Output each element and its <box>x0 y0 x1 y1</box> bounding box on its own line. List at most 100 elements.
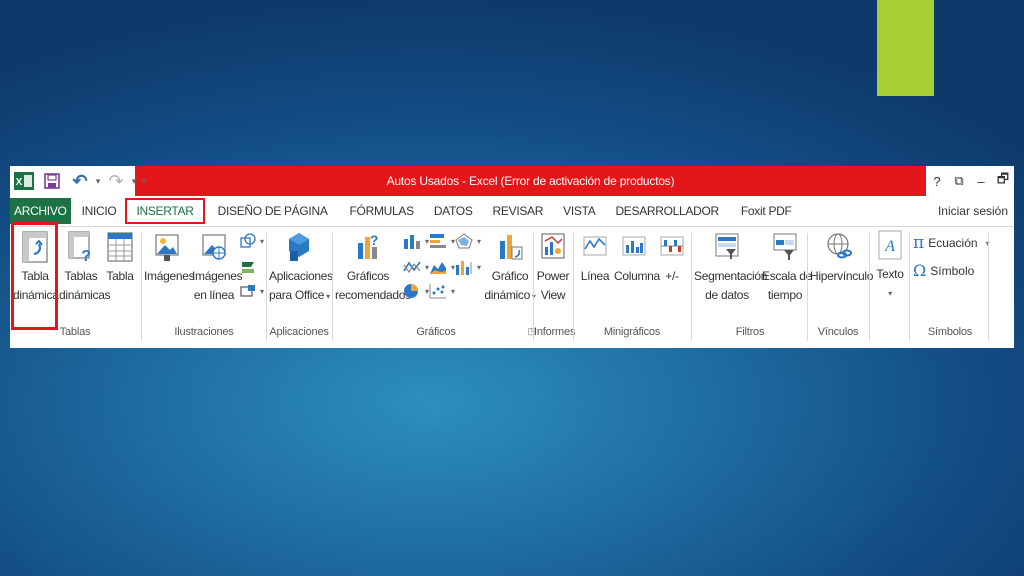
tab-datos[interactable]: DATOS <box>425 198 482 224</box>
sparkline-column-icon <box>622 236 646 256</box>
group-graficos: ? Gráficos recomendados ▾ ▾ ▾ ▾ ▾ ▾ ▾ ▾ … <box>333 227 539 349</box>
barras-chart-button[interactable]: ▾ <box>429 233 455 249</box>
graficos-recomendados-label-1: Gráficos <box>346 269 390 283</box>
ribbon-insertar: Tabla dinámica ? Tablas dinámicas Tabla … <box>10 222 1014 349</box>
grafico-dinamico-button[interactable]: Gráfico dinámico ▾ <box>483 231 537 306</box>
simbolo-button[interactable]: Ω Símbolo <box>913 261 974 280</box>
svg-text:?: ? <box>81 248 90 263</box>
jerarquia-chart-button[interactable]: ▾ <box>455 233 481 249</box>
excel-logo-icon[interactable]: X <box>13 170 35 192</box>
smartart-icon <box>242 262 254 273</box>
customize-qat-icon[interactable]: ▾ <box>139 166 149 196</box>
group-simbolos: π Ecuación ▾ Ω Símbolo Símbolos <box>910 227 990 349</box>
tab-inicio[interactable]: INICIO <box>73 198 126 224</box>
ribbon-display-options-button[interactable]: ⧉ <box>949 173 969 189</box>
save-icon[interactable] <box>41 166 63 196</box>
group-filtros: Segmentación de datos Escala de tiempo F… <box>692 227 812 349</box>
texto-button[interactable]: A Texto ▾ <box>874 229 906 303</box>
group-label-filtros: Filtros <box>735 326 765 338</box>
minigrafico-columna-button[interactable]: Columna <box>614 231 660 286</box>
formas-button[interactable]: ▾ <box>240 233 264 249</box>
online-pictures-icon <box>202 234 226 260</box>
undo-caret-icon[interactable]: ▾ <box>93 166 103 196</box>
tablas-dinamicas-recomendadas-button[interactable]: ? Tablas dinámicas <box>59 231 111 305</box>
grafico-dinamico-label-1: Gráfico <box>491 269 529 283</box>
recommended-pivot-icon: ? <box>68 231 91 263</box>
caret-icon: ▾ <box>451 286 456 296</box>
restore-button[interactable]: 🗗 <box>993 170 1013 192</box>
title-bar: Autos Usados - Excel (Error de activació… <box>10 166 1014 196</box>
minigrafico-ganancia-button[interactable]: +/- <box>658 231 686 286</box>
screenshot-icon <box>240 285 255 297</box>
tab-desarrollador[interactable]: DESARROLLADOR <box>606 198 727 224</box>
group-label-minigraficos: Minigráficos <box>603 326 661 338</box>
lineas-chart-button[interactable]: ▾ <box>403 259 429 275</box>
tab-foxit-pdf[interactable]: Foxit PDF <box>732 198 801 224</box>
group-ilustraciones: Imágenes Imágenes en línea ▾ ▾ Ilustraci… <box>142 227 266 349</box>
linea-label: Línea <box>580 269 610 283</box>
escala-label-2: tiempo <box>767 288 803 302</box>
hipervinculo-button[interactable]: Hipervínculo <box>810 231 874 286</box>
tab-insertar[interactable]: INSERTAR <box>125 198 205 224</box>
texto-label: Texto <box>876 267 904 281</box>
ecuacion-button[interactable]: π Ecuación ▾ <box>913 233 990 253</box>
scatter-chart-icon <box>429 284 446 299</box>
svg-text:A: A <box>884 238 895 255</box>
group-label-informes: Informes <box>534 326 576 338</box>
group-minigraficos: Línea Columna +/- Minigráficos <box>574 227 690 349</box>
text-box-icon: A <box>878 230 902 260</box>
group-label-simbolos: Símbolos <box>927 326 973 338</box>
help-button[interactable]: ? <box>927 174 947 189</box>
line-chart-icon <box>403 261 421 274</box>
tab-diseno-pagina[interactable]: DISEÑO DE PÁGINA <box>209 198 337 224</box>
circular-chart-button[interactable]: ▾ <box>403 283 429 299</box>
tabla-dinamica-highlight <box>11 222 58 330</box>
escala-tiempo-button[interactable]: Escala de tiempo <box>762 231 812 305</box>
minimize-button[interactable]: – <box>971 174 991 189</box>
undo-icon[interactable]: ↶ <box>67 166 93 196</box>
columna-label: Columna <box>614 269 660 283</box>
segmentacion-datos-button[interactable]: Segmentación de datos <box>694 231 767 305</box>
ganancia-label: +/- <box>665 269 679 283</box>
area-chart-icon <box>430 262 446 274</box>
tabla-label: Tabla <box>106 269 134 283</box>
dispersion-chart-button[interactable]: ▾ <box>429 283 455 299</box>
estadistico-chart-button[interactable]: ▾ <box>455 259 481 275</box>
caret-icon: ▾ <box>260 286 265 296</box>
imagenes-button[interactable]: Imágenes <box>144 231 195 286</box>
aplicaciones-para-office-button[interactable]: Aplicaciones para Office ▾ <box>269 231 333 306</box>
redo-caret-icon[interactable]: ▾ <box>129 166 139 196</box>
timeline-icon <box>773 233 797 260</box>
imagenes-en-linea-label-2: en línea <box>193 288 235 302</box>
bar-chart-icon <box>430 234 446 248</box>
tabla-button[interactable]: Tabla <box>105 231 135 286</box>
captura-button[interactable]: ▾ <box>240 283 264 299</box>
smartart-button[interactable] <box>240 259 256 275</box>
grafico-dinamico-label-2: dinámico ▾ <box>483 286 537 306</box>
stock-chart-icon <box>456 261 472 275</box>
svg-text:?: ? <box>370 232 378 248</box>
tab-formulas[interactable]: FÓRMULAS <box>341 198 423 224</box>
group-vinculos: Hipervínculo Vínculos <box>808 227 874 349</box>
omega-icon: Ω <box>913 261 927 280</box>
aplicaciones-label-2: para Office ▾ <box>269 286 330 306</box>
slicer-icon <box>715 233 739 259</box>
areas-chart-button[interactable]: ▾ <box>429 259 455 275</box>
sign-in-link[interactable]: Iniciar sesión <box>938 196 1008 226</box>
hipervinculo-label: Hipervínculo <box>810 269 874 283</box>
aplicaciones-label-2-text: para Office <box>269 288 325 302</box>
group-label-aplicaciones: Aplicaciones <box>269 326 329 338</box>
minigrafico-linea-button[interactable]: Línea <box>578 231 612 286</box>
window-title: Autos Usados - Excel (Error de activació… <box>386 174 675 188</box>
aplicaciones-label-1: Aplicaciones <box>269 269 333 283</box>
graficos-recomendados-button[interactable]: ? Gráficos recomendados <box>335 231 411 305</box>
group-informes: Power View Informes <box>534 227 576 349</box>
power-view-button[interactable]: Power View <box>536 231 570 305</box>
tab-revisar[interactable]: REVISAR <box>484 198 553 224</box>
imagenes-en-linea-button[interactable]: Imágenes en línea <box>192 231 243 305</box>
tab-archivo[interactable]: ARCHIVO <box>10 198 71 224</box>
redo-icon[interactable]: ↷ <box>103 166 129 196</box>
power-view-label-2: View <box>540 288 566 302</box>
columnas-chart-button[interactable]: ▾ <box>403 233 429 249</box>
tab-vista[interactable]: VISTA <box>554 198 604 224</box>
